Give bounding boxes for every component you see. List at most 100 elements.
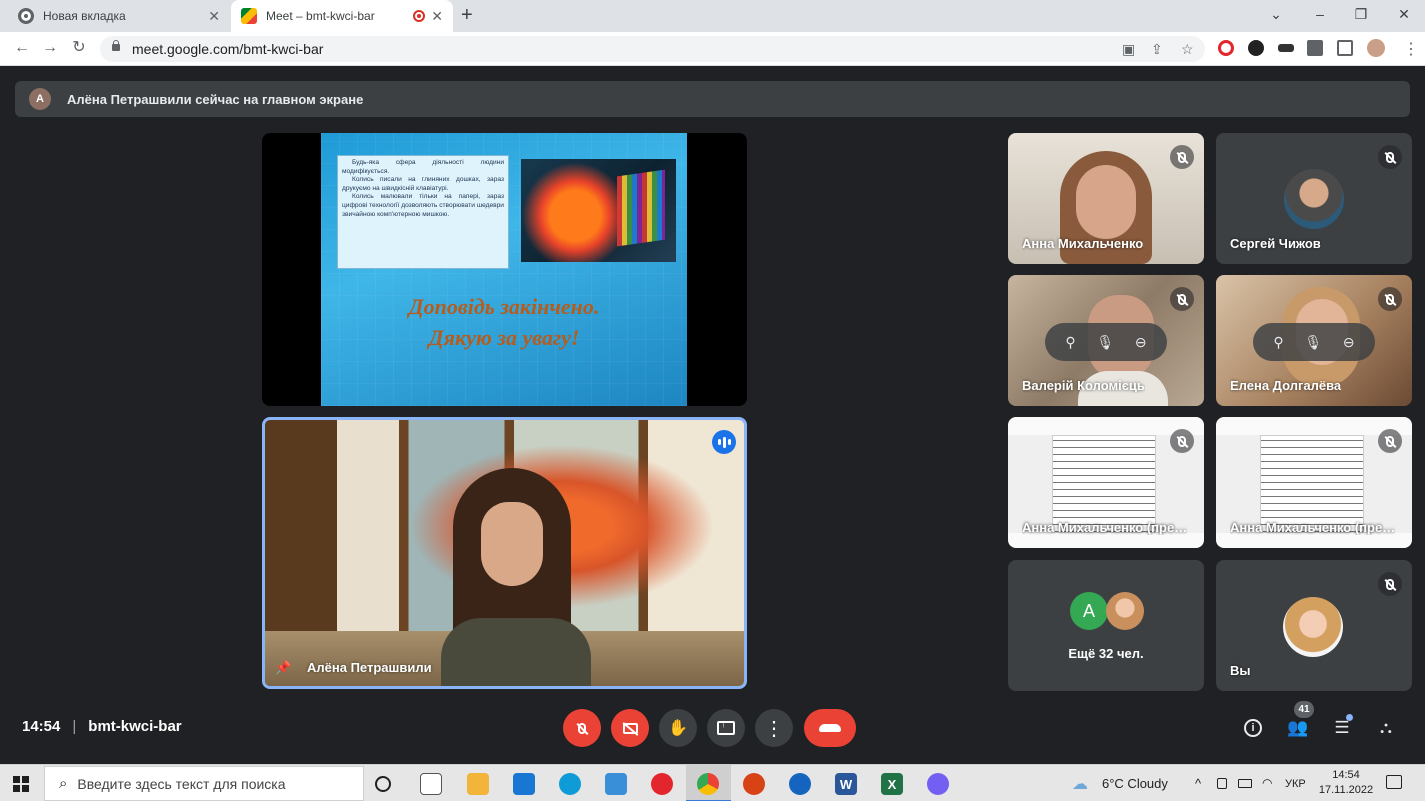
tray-app-icon[interactable] (1217, 778, 1227, 789)
app-icon[interactable] (789, 773, 811, 795)
slide-paragraph: Колись писали на глиняних дошках, зараз … (342, 176, 504, 192)
language-indicator[interactable]: УКР (1285, 778, 1306, 790)
opera-taskbar-icon[interactable] (651, 773, 673, 795)
file-explorer-icon[interactable] (467, 773, 489, 795)
lock-icon[interactable] (112, 40, 120, 51)
chat-notification-dot (1346, 714, 1353, 721)
weather-text[interactable]: 6°C Cloudy (1102, 776, 1168, 791)
activities-button[interactable]: ⛬ (1372, 714, 1400, 742)
new-tab-button[interactable]: + (461, 5, 473, 25)
participant-tile[interactable]: Сергей Чижов (1216, 133, 1412, 264)
cortana-icon[interactable] (375, 776, 391, 792)
info-icon: i (1244, 719, 1262, 737)
taskbar-clock[interactable]: 14:54 17.11.2022 (1318, 768, 1374, 798)
bookmark-star-icon[interactable]: ☆ (1181, 41, 1194, 58)
participant-tile[interactable]: ⚲ 🎙 ⊖ Валерій Коломієць (1008, 275, 1204, 406)
extension-w-icon[interactable] (1248, 40, 1264, 56)
mute-participant-icon[interactable]: 🎙 (1096, 334, 1114, 351)
body (441, 618, 591, 686)
tab-close-icon[interactable]: ✕ (208, 8, 220, 24)
remove-icon[interactable]: ⊖ (1135, 334, 1147, 351)
url-text[interactable]: meet.google.com/bmt-kwci-bar (132, 41, 323, 57)
separator: | (72, 718, 77, 735)
share-icon[interactable]: ⇪ (1151, 41, 1163, 58)
people-button[interactable]: 👥 (1284, 714, 1312, 742)
activities-icon: ⛬ (1380, 718, 1392, 737)
word-icon[interactable]: W (835, 773, 857, 795)
pin-icon[interactable]: 📌 (275, 660, 291, 676)
opera-icon[interactable] (1218, 40, 1234, 56)
maximize-button[interactable]: ❐ (1346, 6, 1376, 23)
app-icon[interactable] (605, 773, 627, 795)
participant-count-badge: 41 (1294, 701, 1314, 718)
tray-chevron-icon[interactable]: ^ (1195, 776, 1201, 791)
taskbar-search-box[interactable]: ⌕ Введите здесь текст для поиска (44, 766, 364, 801)
present-screen-button[interactable] (707, 709, 745, 747)
profile-avatar[interactable] (1367, 39, 1385, 57)
slide-title: Доповідь закінчено. Дякую за увагу! (321, 291, 687, 353)
app-icon[interactable] (743, 773, 765, 795)
more-participants-tile[interactable]: A Ещё 32 чел. (1008, 560, 1204, 691)
shared-document (1260, 435, 1364, 533)
windows-taskbar: ⌕ Введите здесь текст для поиска W X ☁ 6… (0, 764, 1425, 801)
mic-off-icon (1378, 145, 1402, 169)
more-participants-label: Ещё 32 чел. (1068, 646, 1144, 661)
mic-off-icon (1170, 429, 1194, 453)
chrome-taskbar-icon[interactable] (697, 773, 719, 795)
participant-name: Анна Михальченко (пре… (1230, 520, 1396, 535)
tab-title: Новая вкладка (43, 9, 126, 23)
incognito-mask-icon[interactable] (1278, 44, 1294, 52)
excel-icon[interactable]: X (881, 773, 903, 795)
participant-tile[interactable]: Анна Михальченко (пре… (1216, 417, 1412, 548)
screen-share-tile[interactable]: Будь-яка сфера діяльності людини модифік… (262, 133, 747, 406)
tab-new-tab[interactable]: Новая вкладка ✕ (8, 0, 230, 32)
puzzle-extensions-icon[interactable] (1307, 40, 1323, 56)
task-view-icon[interactable] (420, 773, 442, 795)
active-speaker-tile[interactable]: 📌 Алёна Петрашвили (262, 417, 747, 689)
address-bar[interactable]: meet.google.com/bmt-kwci-bar ▣ ⇪ ☆ (100, 36, 1205, 62)
slide-paragraph: Будь-яка сфера діяльності людини модифік… (342, 159, 504, 175)
camera-icon[interactable]: ▣ (1122, 41, 1135, 58)
raise-hand-button[interactable]: ✋ (659, 709, 697, 747)
edge-icon[interactable] (559, 773, 581, 795)
wifi-icon[interactable]: ◠ (1262, 776, 1272, 790)
notifications-icon[interactable] (1386, 775, 1402, 789)
pin-icon[interactable]: ⚲ (1065, 334, 1075, 351)
browser-tab-strip: Новая вкладка ✕ Meet – bmt-kwci-bar ✕ + … (0, 0, 1425, 32)
slide-title-line: Дякую за увагу! (428, 325, 580, 350)
viber-icon[interactable] (927, 773, 949, 795)
mic-off-icon (1170, 287, 1194, 311)
more-options-button[interactable]: ⋮ (755, 709, 793, 747)
minimize-button[interactable]: – (1305, 6, 1335, 22)
participant-tile[interactable]: ⚲ 🎙 ⊖ Елена Долгалёва (1216, 275, 1412, 406)
participant-tile[interactable]: Анна Михальченко (1008, 133, 1204, 264)
menu-kebab-icon[interactable]: ⋮ (1403, 39, 1419, 59)
battery-icon[interactable] (1238, 779, 1252, 788)
windows-start-icon[interactable] (13, 776, 29, 792)
mute-participant-icon[interactable]: 🎙 (1304, 334, 1322, 351)
leave-call-button[interactable] (804, 709, 856, 747)
forward-button[interactable]: → (40, 39, 60, 57)
pin-icon[interactable]: ⚲ (1273, 334, 1283, 351)
audio-bar (727, 439, 731, 445)
slide-image (521, 159, 676, 262)
reload-button[interactable]: ↻ (69, 39, 89, 57)
search-placeholder[interactable]: Введите здесь текст для поиска (77, 776, 285, 792)
sidebar-icon[interactable] (1337, 40, 1353, 56)
tab-meet[interactable]: Meet – bmt-kwci-bar ✕ (231, 0, 453, 32)
meeting-details: 14:54 | bmt-kwci-bar (22, 718, 182, 735)
close-window-button[interactable]: ✕ (1389, 6, 1419, 23)
browser-toolbar: ← → ↻ meet.google.com/bmt-kwci-bar ▣ ⇪ ☆… (0, 32, 1425, 66)
tab-close-icon[interactable]: ✕ (431, 8, 443, 24)
meeting-info-button[interactable]: i (1239, 714, 1267, 742)
participant-tile[interactable]: Анна Михальченко (пре… (1008, 417, 1204, 548)
remove-icon[interactable]: ⊖ (1343, 334, 1355, 351)
back-button[interactable]: ← (12, 39, 32, 57)
tab-title: Meet – bmt-kwci-bar (266, 9, 375, 23)
microsoft-store-icon[interactable] (513, 773, 535, 795)
camera-toggle-button[interactable] (611, 709, 649, 747)
tab-search-icon[interactable]: ⌄ (1261, 6, 1291, 23)
cloud-icon: ☁ (1072, 776, 1088, 793)
microphone-toggle-button[interactable] (563, 709, 601, 747)
self-tile[interactable]: Вы (1216, 560, 1412, 691)
